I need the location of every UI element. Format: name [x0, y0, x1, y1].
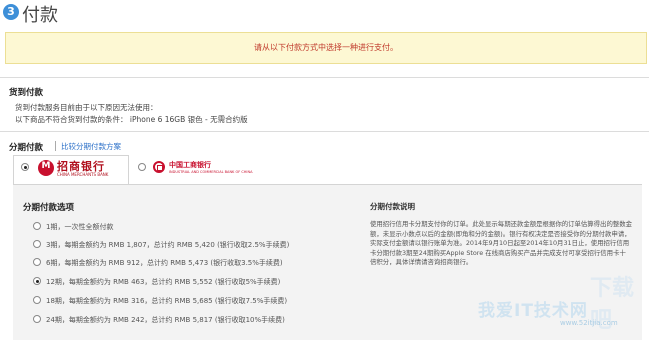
cod-ineligible-text: 以下商品不符合货到付款的条件： iPhone 6 16GB 银色 - 无需合约版 [15, 115, 248, 124]
option-label-3[interactable]: 3期，每期金额约为 RMB 1,807，总计约 RMB 5,420 (银行收取2… [46, 240, 289, 250]
option-radio-12[interactable] [33, 277, 41, 285]
cmb-bank-name-en: CHINA MERCHANTS BANK [57, 172, 109, 177]
installment-desc-text: 使用招行信用卡分期支付你的订单。此处显示每期还款金额是根据你的订单估算得出的整数… [370, 220, 633, 267]
installment-title: 分期付款 [9, 143, 44, 153]
notice-banner: 请从以下付款方式中选择一种进行支付。 [5, 32, 647, 64]
notice-text: 请从以下付款方式中选择一种进行支付。 [254, 43, 398, 52]
option-radio-1[interactable] [33, 222, 41, 230]
icbc-logo-icon [153, 161, 165, 173]
cmb-logo-icon [38, 160, 54, 176]
step-number-badge: 3 [3, 4, 19, 20]
option-radio-18[interactable] [33, 296, 41, 304]
installment-options-title: 分期付款选项 [23, 203, 75, 213]
bank-radio-icbc[interactable] [138, 163, 146, 171]
separator [55, 141, 56, 151]
icbc-bank-name: 中国工商银行 [169, 161, 211, 169]
option-label-24[interactable]: 24期，每期金额约为 RMB 242，总计约 RMB 5,817 (银行收取10… [46, 315, 285, 325]
divider [0, 131, 649, 132]
watermark-text: 我爱IT技术网 [478, 301, 588, 321]
cod-title: 货到付款 [9, 88, 44, 98]
watermark-url: www.52itjia.com [560, 319, 618, 327]
option-label-12[interactable]: 12期，每期金额约为 RMB 463，总计约 RMB 5,552 (银行收取5%… [46, 277, 280, 287]
bank-radio-cmb[interactable] [21, 163, 29, 171]
divider [0, 77, 649, 78]
cod-unavailable-text: 货到付款服务目前由于以下原因无法使用： [15, 103, 158, 112]
option-radio-24[interactable] [33, 315, 41, 323]
option-label-18[interactable]: 18期，每期金额约为 RMB 316，总计约 RMB 5,685 (银行收取7.… [46, 296, 287, 306]
option-label-6[interactable]: 6期，每期金额约为 RMB 912，总计约 RMB 5,473 (银行收取3.5… [46, 258, 283, 268]
option-radio-3[interactable] [33, 240, 41, 248]
icbc-bank-name-en: INDUSTRIAL AND COMMERCIAL BANK OF CHINA [169, 170, 253, 174]
option-label-1[interactable]: 1期，一次性全额付款 [46, 222, 113, 232]
page-header: 3 付款 [0, 0, 649, 30]
installment-desc-title: 分期付款说明 [370, 202, 415, 211]
page-title: 付款 [22, 5, 58, 26]
option-radio-6[interactable] [33, 258, 41, 266]
compare-plans-link[interactable]: 比较分期付款方案 [61, 141, 121, 152]
